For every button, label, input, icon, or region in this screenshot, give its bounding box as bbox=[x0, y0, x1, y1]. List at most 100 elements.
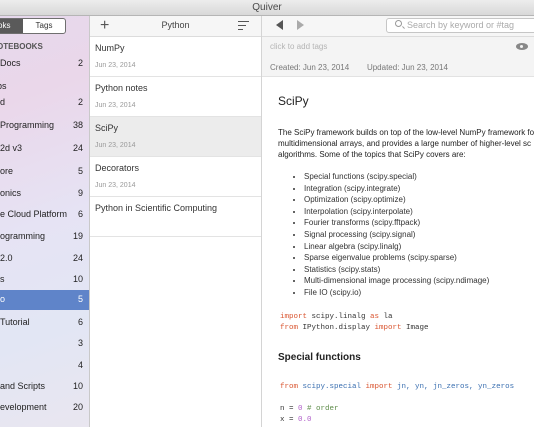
notebook-label: Docs bbox=[0, 58, 21, 68]
note-date: Jun 23, 2014 bbox=[95, 62, 136, 69]
code-keyword: import bbox=[365, 383, 393, 391]
bullet-item: Special functions (scipy.special) bbox=[304, 171, 489, 183]
note-list-item[interactable]: NumPy Jun 23, 2014 bbox=[90, 37, 261, 77]
bullet-item: Interpolation (scipy.interpolate) bbox=[304, 206, 489, 218]
notebooks-section-header: OTEBOOKS bbox=[0, 42, 43, 51]
sidebar-notebook-item[interactable]: ogramming 19 bbox=[0, 227, 89, 247]
notebook-label: onics bbox=[0, 188, 22, 198]
sort-icon[interactable] bbox=[238, 21, 249, 31]
code-text: x = bbox=[280, 416, 299, 424]
back-arrow-icon[interactable] bbox=[276, 20, 283, 30]
segment-notebooks[interactable]: ooks bbox=[0, 19, 23, 33]
tags-input[interactable]: click to add tags bbox=[270, 42, 327, 51]
sidebar-notebook-item[interactable]: 4 bbox=[0, 356, 89, 376]
code-text: jn, yn, jn_zeros, yn_zeros bbox=[392, 383, 515, 391]
note-list-item[interactable]: Python notes Jun 23, 2014 bbox=[90, 77, 261, 117]
window-title: Quiver bbox=[252, 2, 282, 13]
bullet-item: Linear algebra (scipy.linalg) bbox=[304, 241, 489, 253]
code-keyword: from bbox=[280, 324, 299, 332]
sidebar-notebook-item[interactable]: ore 5 bbox=[0, 162, 89, 182]
bullet-item: Fourier transforms (scipy.fftpack) bbox=[304, 217, 489, 229]
notebook-count: 5 bbox=[77, 166, 83, 176]
code-text: la bbox=[379, 313, 393, 321]
notebook-count: 3 bbox=[77, 338, 83, 348]
notebook-label: o bbox=[0, 294, 6, 304]
note-title: Python notes bbox=[95, 83, 148, 93]
code-comment: # order bbox=[302, 405, 339, 413]
eye-icon[interactable] bbox=[516, 43, 528, 50]
note-meta-bar: click to add tags Created: Jun 23, 2014 … bbox=[262, 37, 534, 77]
notebook-title: Python bbox=[161, 20, 190, 30]
note-list-toolbar: + Python bbox=[90, 16, 261, 37]
notebook-label: ore bbox=[0, 166, 14, 176]
bullet-item: Sparse eigenvalue problems (scipy.sparse… bbox=[304, 252, 489, 264]
code-text: IPython.display bbox=[298, 324, 375, 332]
editor-toolbar: Search by keyword or #tag bbox=[262, 16, 534, 37]
note-heading: SciPy bbox=[278, 94, 309, 108]
note-list-item-selected[interactable]: SciPy Jun 23, 2014 bbox=[90, 117, 261, 157]
note-dates: Created: Jun 23, 2014 Updated: Jun 23, 2… bbox=[270, 63, 448, 72]
notebook-count: 9 bbox=[77, 188, 83, 198]
sidebar-notebook-item[interactable]: d 2 bbox=[0, 93, 89, 113]
notebook-label: s bbox=[0, 274, 5, 284]
sidebar-notebook-item[interactable]: Docs 2 bbox=[0, 54, 89, 74]
sidebar-notebook-item[interactable]: 2d v3 24 bbox=[0, 139, 89, 159]
search-input[interactable]: Search by keyword or #tag bbox=[386, 18, 534, 33]
forward-arrow-icon[interactable] bbox=[297, 20, 304, 30]
code-keyword: as bbox=[370, 313, 380, 321]
bullet-item: File IO (scipy.io) bbox=[304, 287, 489, 299]
code-block-special: from scipy.special import jn, yn, jn_zer… bbox=[280, 382, 514, 426]
notebook-label: d bbox=[0, 97, 6, 107]
code-block-imports: import scipy.linalg as la from IPython.d… bbox=[280, 312, 429, 334]
note-subheading: Special functions bbox=[278, 352, 361, 363]
notebook-label: Tutorial bbox=[0, 317, 30, 327]
notebook-count: 10 bbox=[72, 381, 83, 391]
note-title: Decorators bbox=[95, 163, 140, 173]
library-section-header: bs bbox=[0, 81, 7, 91]
sidebar-notebook-item[interactable]: and Scripts 10 bbox=[0, 377, 89, 397]
notebook-count: 4 bbox=[77, 360, 83, 370]
note-editor: Search by keyword or #tag click to add t… bbox=[262, 16, 534, 427]
notebook-label: evelopment bbox=[0, 402, 47, 412]
code-keyword: import bbox=[280, 313, 308, 321]
search-placeholder: Search by keyword or #tag bbox=[407, 20, 515, 30]
note-list-item[interactable]: Decorators Jun 23, 2014 bbox=[90, 157, 261, 197]
window-titlebar: Quiver bbox=[0, 0, 534, 16]
sidebar-notebook-item-selected[interactable]: o 5 bbox=[0, 290, 89, 310]
code-text: scipy.linalg bbox=[307, 313, 371, 321]
sidebar-notebook-item[interactable]: 3 bbox=[0, 334, 89, 354]
note-list-item[interactable]: Python in Scientific Computing bbox=[90, 197, 261, 237]
sidebar-notebook-item[interactable]: Tutorial 6 bbox=[0, 313, 89, 333]
notebook-count: 6 bbox=[77, 317, 83, 327]
code-keyword: from bbox=[280, 383, 299, 391]
notebook-count: 24 bbox=[72, 253, 83, 263]
note-list-panel: + Python NumPy Jun 23, 2014 Python notes… bbox=[90, 16, 262, 427]
notebook-count: 5 bbox=[77, 294, 83, 304]
notebook-label: 2.0 bbox=[0, 253, 13, 263]
notebook-label: Programming bbox=[0, 120, 55, 130]
notebook-count: 24 bbox=[72, 143, 83, 153]
created-date: Created: Jun 23, 2014 bbox=[270, 63, 350, 72]
sidebar-notebook-item[interactable]: onics 9 bbox=[0, 184, 89, 204]
sidebar-notebook-item[interactable]: s 10 bbox=[0, 270, 89, 290]
sidebar-notebook-item[interactable]: Programming 38 bbox=[0, 116, 89, 136]
note-title: NumPy bbox=[95, 43, 125, 53]
paragraph-line: multidimensional arrays, and provides a … bbox=[278, 139, 532, 148]
notebooks-sidebar: ooks Tags OTEBOOKS Docs 2 bs d 2 Program… bbox=[0, 16, 90, 427]
code-text: scipy.special bbox=[298, 383, 366, 391]
note-date: Jun 23, 2014 bbox=[95, 102, 136, 109]
sidebar-notebook-item[interactable]: evelopment 20 bbox=[0, 398, 89, 418]
sidebar-notebook-item[interactable]: 2.0 24 bbox=[0, 249, 89, 269]
bullet-item: Optimization (scipy.optimize) bbox=[304, 194, 489, 206]
note-date: Jun 23, 2014 bbox=[95, 182, 136, 189]
sidebar-notebook-item[interactable]: e Cloud Platform 6 bbox=[0, 205, 89, 225]
segment-tags[interactable]: Tags bbox=[23, 19, 65, 33]
sidebar-segmented-control[interactable]: ooks Tags bbox=[0, 18, 66, 34]
bullet-item: Multi-dimensional image processing (scip… bbox=[304, 275, 489, 287]
bullet-item: Integration (scipy.integrate) bbox=[304, 183, 489, 195]
code-number: 0.0 bbox=[298, 416, 312, 424]
bullet-item: Signal processing (scipy.signal) bbox=[304, 229, 489, 241]
code-text: Image bbox=[401, 324, 429, 332]
search-icon bbox=[395, 20, 402, 27]
updated-date: Updated: Jun 23, 2014 bbox=[366, 63, 448, 72]
